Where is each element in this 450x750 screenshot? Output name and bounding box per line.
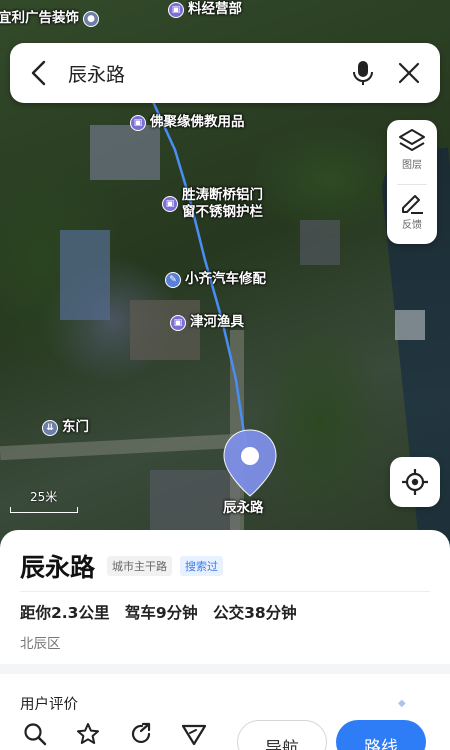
- shop-icon: ▣: [168, 2, 184, 18]
- layers-button[interactable]: 图层: [387, 128, 437, 182]
- sparkle-icon: ◆: [398, 698, 406, 709]
- poi-top-center[interactable]: ▣ 料经营部: [168, 1, 242, 18]
- shop-icon: ▣: [130, 115, 146, 131]
- share-icon: [131, 722, 150, 743]
- district-text: 北辰区: [20, 636, 61, 652]
- section-gap: [0, 664, 450, 674]
- more-button[interactable]: [167, 710, 220, 750]
- close-icon: [398, 62, 420, 84]
- divider: [20, 591, 430, 592]
- locate-button[interactable]: [390, 457, 440, 507]
- feedback-button[interactable]: 反馈: [387, 190, 437, 244]
- pencil-icon: [402, 195, 423, 215]
- voice-button[interactable]: [340, 43, 386, 103]
- distance-text: 距你2.3公里: [20, 604, 110, 622]
- feedback-label: 反馈: [402, 220, 422, 232]
- map-view[interactable]: 宜利广告装饰 ● ▣ 料经营部 ▣ 佛聚缘佛教用品 ▣ 胜涛断桥铝门 窗不锈钢护…: [0, 0, 450, 560]
- route-button[interactable]: 路线: [336, 720, 426, 750]
- layers-icon: [399, 129, 425, 151]
- place-name: 辰永路: [20, 553, 96, 582]
- drive-time: 驾车9分钟: [124, 604, 198, 622]
- marker-label: 辰永路: [223, 500, 264, 516]
- transit-time: 公交38分钟: [213, 604, 297, 622]
- star-icon: [76, 723, 99, 744]
- poi-item[interactable]: ▣ 胜涛断桥铝门 窗不锈钢护栏: [162, 187, 263, 221]
- poi-item[interactable]: ✎ 小齐汽车修配: [165, 271, 266, 288]
- navigate-button[interactable]: 导航: [237, 720, 327, 750]
- send-icon: [181, 724, 206, 746]
- layers-label: 图层: [402, 160, 422, 171]
- gate-icon: ⇊: [42, 420, 58, 436]
- map-tools-panel: 图层 反馈: [387, 120, 437, 244]
- clear-button[interactable]: [386, 43, 432, 103]
- share-button[interactable]: [114, 710, 167, 750]
- back-button[interactable]: [10, 43, 68, 103]
- back-arrow-icon: [31, 60, 46, 86]
- location-marker-icon[interactable]: [222, 428, 278, 498]
- poi-item[interactable]: ▣ 佛聚缘佛教用品: [130, 114, 245, 131]
- wrench-icon: ✎: [165, 272, 181, 288]
- place-type-tag: 城市主干路: [107, 556, 173, 576]
- scale-bar: [10, 507, 78, 513]
- poi-item[interactable]: ⇊ 东门: [42, 419, 89, 436]
- distance-info: 距你2.3公里 驾车9分钟 公交38分钟: [20, 601, 307, 623]
- shop-icon: ▣: [162, 196, 178, 212]
- search-bar[interactable]: 辰永路: [10, 43, 440, 103]
- place-header: 辰永路 城市主干路 搜索过: [20, 548, 224, 584]
- crosshair-icon: [402, 469, 428, 495]
- map-scale: 25米: [10, 488, 78, 513]
- location-icon: ●: [83, 11, 99, 27]
- searched-tag: 搜索过: [180, 556, 224, 576]
- search-icon: [23, 723, 46, 746]
- search-nearby-button[interactable]: [8, 710, 61, 750]
- microphone-icon: [353, 61, 373, 85]
- shop-icon: ▣: [170, 315, 186, 331]
- search-query[interactable]: 辰永路: [68, 60, 340, 87]
- poi-top-left[interactable]: 宜利广告装饰 ●: [0, 10, 99, 27]
- divider: [397, 183, 427, 185]
- favorite-button[interactable]: [61, 710, 114, 750]
- poi-item[interactable]: ▣ 津河渔具: [170, 314, 244, 331]
